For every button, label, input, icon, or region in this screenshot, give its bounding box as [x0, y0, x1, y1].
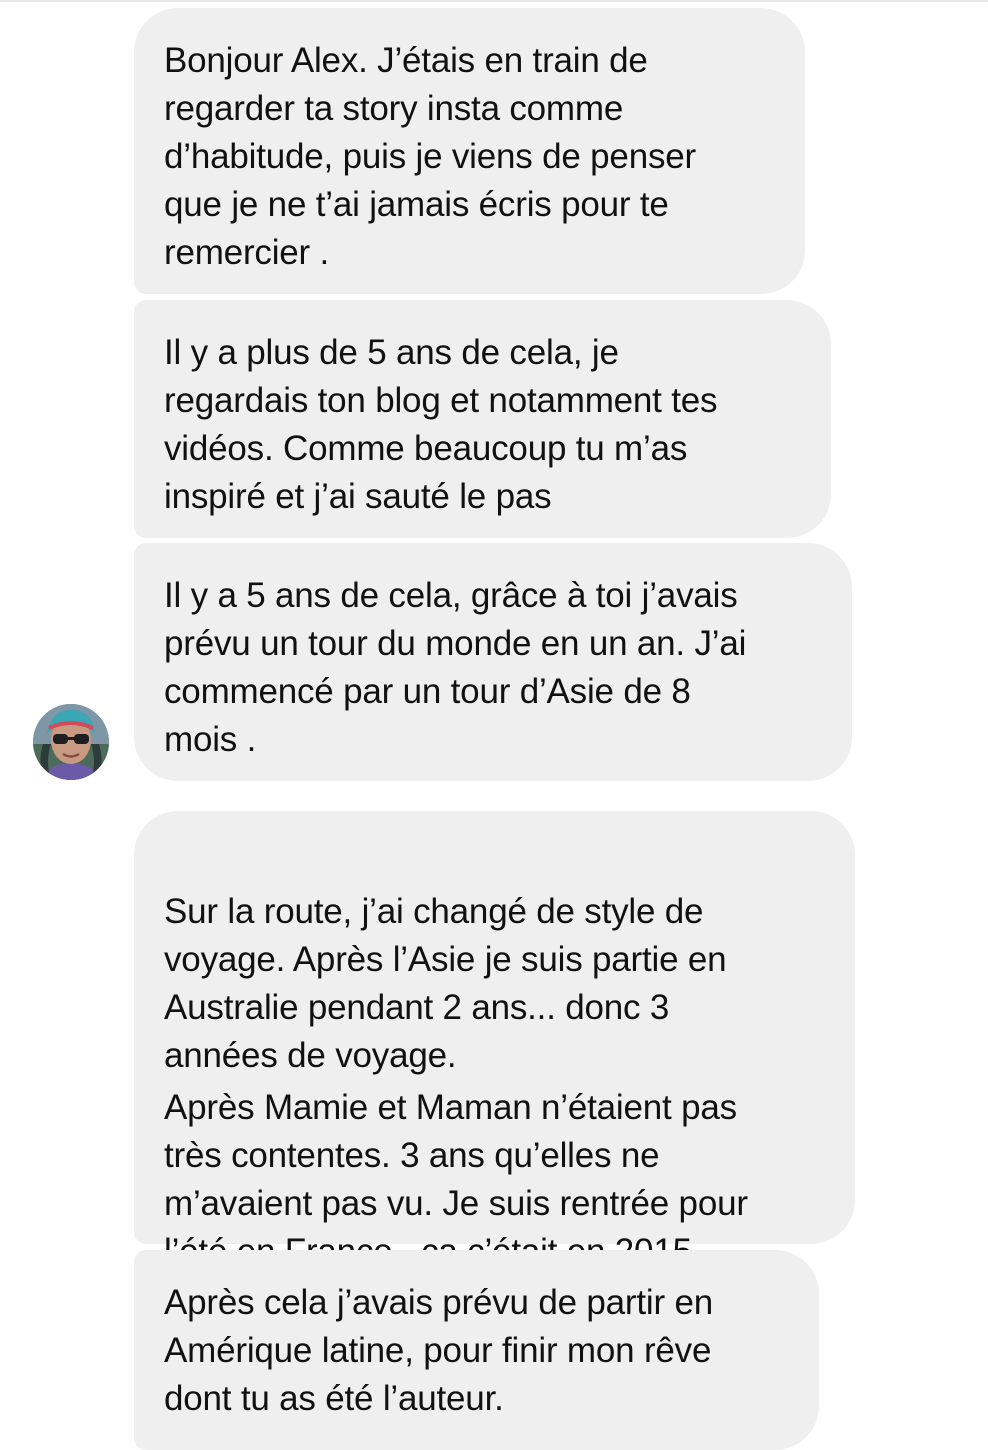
message-bubble[interactable]: Il y a plus de 5 ans de cela, je regarda… [134, 300, 831, 538]
message-paragraph: Sur la route, j’ai changé de style de vo… [164, 892, 727, 1075]
sender-avatar[interactable] [33, 704, 109, 780]
message-bubble[interactable]: Il y a 5 ans de cela, grâce à toi j’avai… [134, 543, 852, 781]
profile-photo-icon [33, 704, 109, 780]
message-paragraph: Après Mamie et Maman n’étaient pas très … [164, 1088, 748, 1271]
message-bubble[interactable]: Sur la route, j’ai changé de style de vo… [134, 811, 855, 1271]
top-divider [0, 0, 988, 2]
message-bubble[interactable]: Après cela j’avais prévu de partir en Am… [134, 1250, 819, 1450]
message-bubble[interactable]: Bonjour Alex. J’étais en train de regard… [134, 8, 805, 294]
